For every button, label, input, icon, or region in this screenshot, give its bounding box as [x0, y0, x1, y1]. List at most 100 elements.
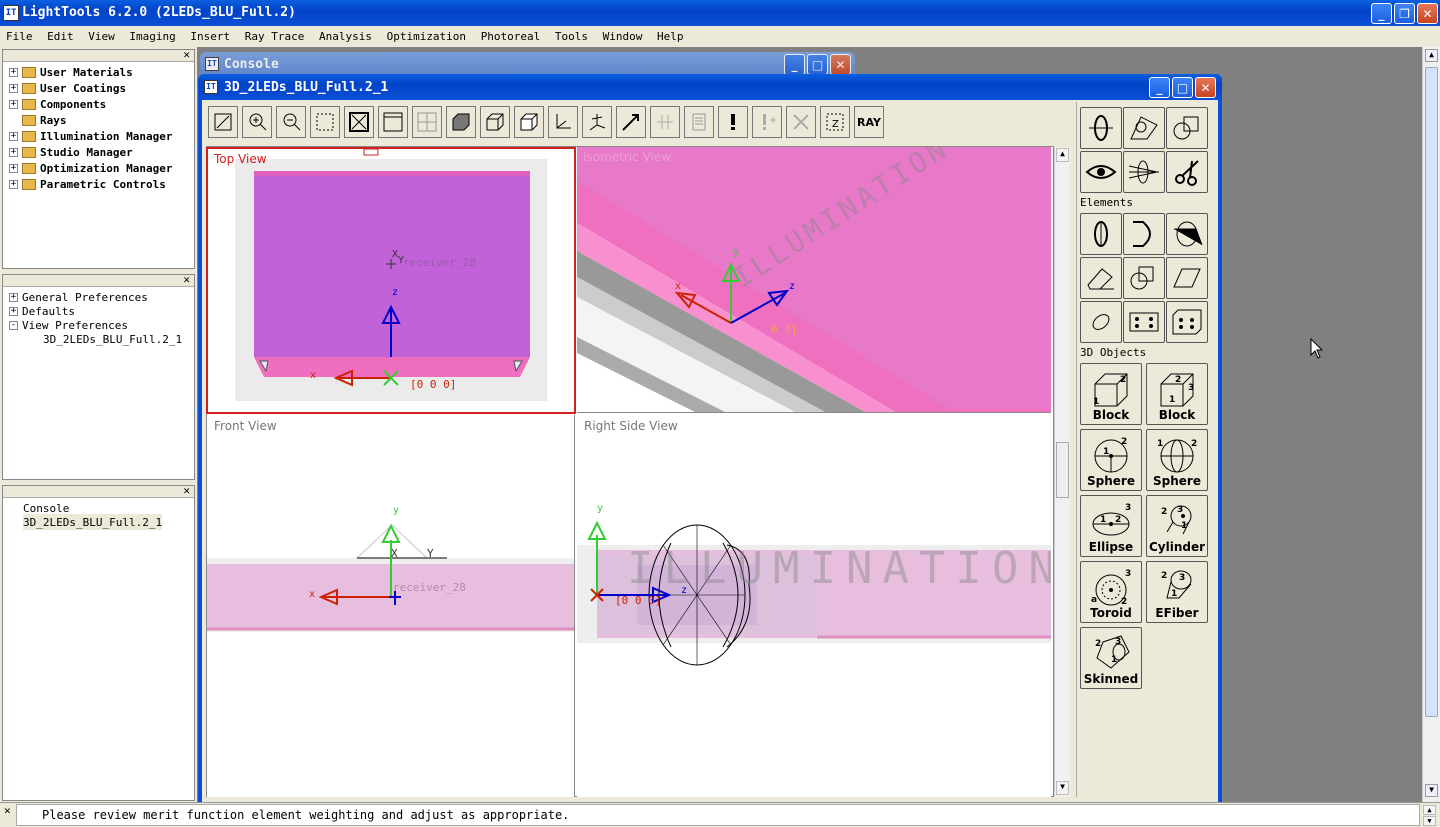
message-scroll-down-icon[interactable]: ▼: [1423, 816, 1436, 826]
menu-view[interactable]: View: [84, 26, 119, 47]
scroll-down-icon[interactable]: ▼: [1425, 784, 1438, 797]
menu-imaging[interactable]: Imaging: [125, 26, 179, 47]
palette-toroid-button[interactable]: 3 a 2 Toroid: [1080, 561, 1142, 623]
scroll-thumb[interactable]: [1425, 67, 1438, 717]
zoom-in-button[interactable]: [242, 106, 272, 138]
close-panel-icon[interactable]: ✕: [183, 48, 190, 61]
palette-block-2-button[interactable]: 2 3 1 Block: [1146, 363, 1208, 425]
zoom-window-button[interactable]: [208, 106, 238, 138]
expand-icon[interactable]: +: [9, 147, 18, 157]
menu-file[interactable]: File: [2, 26, 37, 47]
view-maximize-button[interactable]: □: [1172, 77, 1193, 98]
vp-scroll-down-icon[interactable]: ▼: [1056, 781, 1069, 795]
palette-element-plane-button[interactable]: [1166, 257, 1208, 299]
viewport-scrollbar[interactable]: ▲ ▼: [1054, 147, 1070, 797]
palette-eye-button[interactable]: [1080, 151, 1122, 193]
console-close-button[interactable]: ✕: [830, 54, 851, 75]
scroll-up-icon[interactable]: ▲: [1425, 49, 1438, 62]
minimize-button[interactable]: _: [1371, 3, 1392, 24]
menu-window[interactable]: Window: [599, 26, 647, 47]
console-minimize-button[interactable]: _: [784, 54, 805, 75]
close-button[interactable]: ✕: [1417, 3, 1438, 24]
tree-item-3d-window[interactable]: 3D_2LEDs_BLU_Full.2_1: [23, 514, 163, 530]
message-scroll-up-icon[interactable]: ▲: [1423, 805, 1436, 815]
tree-item-user-coatings[interactable]: + User Coatings: [9, 80, 126, 96]
tree-item-parametric-controls[interactable]: + Parametric Controls: [9, 176, 166, 192]
tree-item-view-3d[interactable]: 3D_2LEDs_BLU_Full.2_1: [43, 331, 182, 347]
palette-cut-button[interactable]: [1166, 151, 1208, 193]
front-view-viewport[interactable]: Front View receiver_28 y x X Y: [207, 415, 575, 797]
palette-block-1-button[interactable]: 2 1 Block: [1080, 363, 1142, 425]
menu-help[interactable]: Help: [653, 26, 688, 47]
tree-item-studio-manager[interactable]: + Studio Manager: [9, 144, 133, 160]
palette-element-mirror-button[interactable]: [1123, 213, 1165, 255]
tree-item-illumination-manager[interactable]: + Illumination Manager: [9, 128, 172, 144]
expand-icon[interactable]: +: [9, 99, 18, 109]
palette-element-aperture-button[interactable]: [1166, 213, 1208, 255]
palette-element-tilted-button[interactable]: [1080, 301, 1122, 343]
restore-button[interactable]: ❐: [1394, 3, 1415, 24]
zoom-out-button[interactable]: [276, 106, 306, 138]
vp-scroll-up-icon[interactable]: ▲: [1056, 148, 1069, 162]
expand-icon[interactable]: +: [9, 67, 18, 77]
palette-ellipse-button[interactable]: 3 1 2 Ellipse: [1080, 495, 1142, 557]
single-view-button[interactable]: [378, 106, 408, 138]
expand-icon[interactable]: +: [9, 306, 18, 316]
vp-scroll-thumb[interactable]: [1056, 442, 1069, 498]
palette-lens-button[interactable]: [1080, 107, 1122, 149]
menu-ray-trace[interactable]: Ray Trace: [241, 26, 309, 47]
expand-icon[interactable]: +: [9, 83, 18, 93]
tree-item-rays[interactable]: Rays: [22, 112, 67, 128]
palette-element-lens-button[interactable]: [1080, 213, 1122, 255]
tree-item-optimization-manager[interactable]: + Optimization Manager: [9, 160, 172, 176]
ray-button[interactable]: RAY: [854, 106, 884, 138]
message-close-icon[interactable]: ✕: [4, 804, 11, 817]
tree-item-components[interactable]: + Components: [9, 96, 106, 112]
expand-icon[interactable]: +: [9, 292, 18, 302]
zoom-z-button[interactable]: Z: [820, 106, 850, 138]
palette-skinned-button[interactable]: 2 3 1 Skinned: [1080, 627, 1142, 689]
palette-element-array-button[interactable]: [1123, 301, 1165, 343]
disabled-tool-2-button[interactable]: [752, 106, 782, 138]
top-view-viewport[interactable]: Top View z x receiver_28 X Y [0 0 0]: [206, 147, 576, 414]
palette-sphere-2-button[interactable]: 1 2 Sphere: [1146, 429, 1208, 491]
palette-group-button[interactable]: [1166, 107, 1208, 149]
axes-button[interactable]: [548, 106, 578, 138]
view-minimize-button[interactable]: _: [1149, 77, 1170, 98]
palette-element-eraser-button[interactable]: [1080, 257, 1122, 299]
zoom-extents-button[interactable]: [344, 106, 374, 138]
properties-button[interactable]: [684, 106, 714, 138]
right-side-viewport[interactable]: Right Side View ILLUMINATION y z [0 0 0]: [577, 415, 1051, 797]
collapse-icon[interactable]: -: [9, 320, 18, 330]
palette-source-button[interactable]: [1123, 151, 1165, 193]
menu-photoreal[interactable]: Photoreal: [477, 26, 545, 47]
menu-edit[interactable]: Edit: [43, 26, 78, 47]
palette-sphere-1-button[interactable]: 2 1 Sphere: [1080, 429, 1142, 491]
mdi-scrollbar[interactable]: ▲ ▼: [1422, 47, 1440, 802]
shaded-view-button[interactable]: [446, 106, 476, 138]
close-panel-icon[interactable]: ✕: [183, 484, 190, 497]
disabled-tool-1-button[interactable]: [650, 106, 680, 138]
disabled-tool-3-button[interactable]: [786, 106, 816, 138]
pick-ray-button[interactable]: [616, 106, 646, 138]
menu-insert[interactable]: Insert: [186, 26, 234, 47]
tree-item-user-materials[interactable]: + User Materials: [9, 64, 133, 80]
expand-icon[interactable]: +: [9, 179, 18, 189]
palette-detector-button[interactable]: [1123, 107, 1165, 149]
expand-icon[interactable]: +: [9, 163, 18, 173]
menu-optimization[interactable]: Optimization: [383, 26, 470, 47]
hidden-line-button[interactable]: [514, 106, 544, 138]
menu-analysis[interactable]: Analysis: [315, 26, 376, 47]
zoom-fit-button[interactable]: [310, 106, 340, 138]
menu-tools[interactable]: Tools: [551, 26, 592, 47]
console-maximize-button[interactable]: □: [807, 54, 828, 75]
palette-cylinder-button[interactable]: 2 3 1 Cylinder: [1146, 495, 1208, 557]
palette-element-array3d-button[interactable]: [1166, 301, 1208, 343]
close-panel-icon[interactable]: ✕: [183, 273, 190, 286]
exclamation-button[interactable]: [718, 106, 748, 138]
palette-element-solid-button[interactable]: [1123, 257, 1165, 299]
four-view-button[interactable]: [412, 106, 442, 138]
isometric-viewport[interactable]: Isometric View ILLUMINATION y x z 0 0]: [577, 147, 1051, 413]
rotate-button[interactable]: [582, 106, 612, 138]
wireframe-view-button[interactable]: [480, 106, 510, 138]
